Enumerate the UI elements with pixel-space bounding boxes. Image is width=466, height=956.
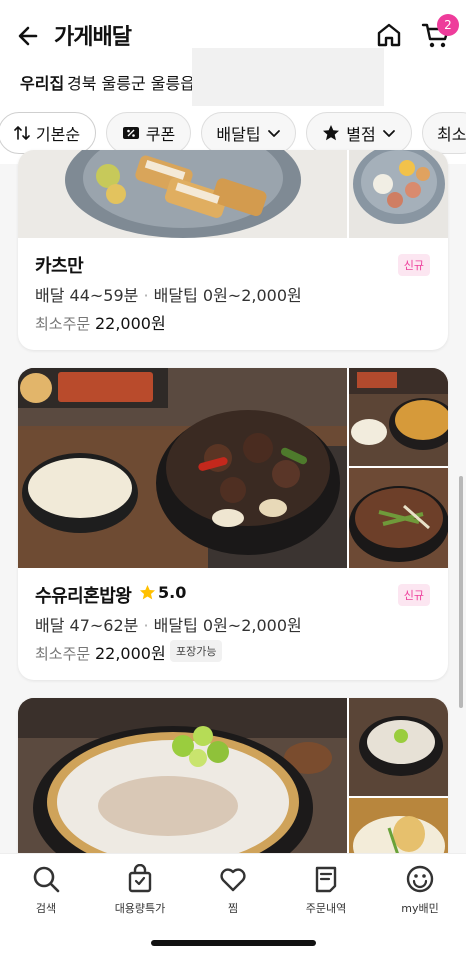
filter-delivery-tip-chip[interactable]: 배달팁 (201, 112, 296, 154)
store-name: 수유리혼밥왕 (35, 586, 132, 607)
delivery-info: 배달 47~62분 · 배달팁 0원~2,000원 (35, 612, 302, 636)
filter-min-order-label: 최소 (437, 125, 466, 144)
min-order-label: 최소주문 (35, 315, 91, 333)
page-title: 가게배달 (54, 25, 132, 50)
star-icon (323, 125, 340, 141)
min-order-info: 최소주문 22,000원 (35, 640, 166, 664)
store-card-gukbap[interactable] (18, 698, 448, 868)
filter-coupon-label: 쿠폰 (145, 125, 176, 144)
min-order-value: 22,000원 (94, 314, 166, 333)
filter-coupon-chip[interactable]: 쿠폰 (106, 112, 191, 154)
tab-search[interactable]: 검색 (0, 864, 92, 916)
tab-my-baemin-label: my배민 (401, 902, 439, 915)
separator-dot: · (143, 616, 154, 635)
store-photos (18, 698, 448, 868)
heart-icon (220, 868, 246, 892)
receipt-icon (315, 866, 337, 893)
takeout-badge: 포장가능 (170, 640, 223, 662)
store-delivery-screen: 가게배달 2 우리집 경북 울릉군 울릉읍 기본순 쿠폰 배달팁 별점 최소 카… (0, 0, 466, 956)
min-order-label: 최소주문 (35, 645, 91, 663)
address-label: 우리집 (20, 74, 65, 93)
star-icon (139, 584, 156, 600)
filter-sort-chip[interactable]: 기본순 (0, 112, 96, 154)
delivery-info: 배달 44~59분 · 배달팁 0원~2,000원 (35, 282, 302, 306)
delivery-time: 배달 47~62분 (35, 616, 139, 635)
delivery-time: 배달 44~59분 (35, 286, 139, 305)
coupon-icon (122, 127, 139, 139)
delivery-tip: 배달팁 0원~2,000원 (153, 286, 302, 305)
food-photo-main (18, 698, 347, 868)
store-info: 수유리혼밥왕 5.0 신규 배달 47~62분 · 배달팁 0원~2,000원 … (18, 568, 448, 680)
search-icon (33, 866, 60, 893)
min-order-value: 22,000원 (94, 644, 166, 663)
chevron-down-icon (382, 130, 395, 137)
new-badge: 신규 (397, 584, 430, 606)
address-redaction (192, 48, 384, 112)
chevron-down-icon (267, 130, 280, 137)
filter-sort-label: 기본순 (35, 125, 81, 144)
filter-delivery-tip-label: 배달팁 (216, 125, 261, 144)
food-photo-side-top (349, 698, 448, 796)
tab-favorites[interactable]: 찜 (187, 864, 279, 916)
smile-face-icon (406, 865, 434, 893)
tab-bulk-deals-label: 대용량특가 (114, 902, 166, 915)
store-card-suyuri[interactable]: 수유리혼밥왕 5.0 신규 배달 47~62분 · 배달팁 0원~2,000원 … (18, 368, 448, 680)
food-photo-main (18, 150, 347, 238)
food-photo-main (18, 368, 347, 568)
food-photo-side (349, 150, 448, 238)
filter-rating-label: 별점 (346, 125, 376, 144)
store-photos (18, 368, 448, 568)
shopping-bag-icon (128, 864, 152, 893)
tab-favorites-label: 찜 (227, 902, 239, 915)
separator-dot: · (143, 286, 154, 305)
sort-icon (14, 126, 30, 140)
filter-rating-chip[interactable]: 별점 (306, 112, 412, 154)
store-name: 카츠만 (35, 256, 84, 277)
bottom-nav: 검색 대용량특가 찜 주문내역 my배민 (0, 853, 466, 956)
cart-count-badge: 2 (437, 14, 459, 36)
address-text: 경북 울릉군 울릉읍 (67, 74, 195, 93)
rating-value: 5.0 (158, 583, 187, 602)
store-rating: 5.0 (139, 583, 186, 602)
delivery-tip: 배달팁 0원~2,000원 (153, 616, 302, 635)
food-photo-side-bottom (349, 468, 448, 568)
filter-min-order-chip[interactable]: 최소 (422, 112, 466, 154)
min-order-info: 최소주문 22,000원 (35, 310, 166, 334)
new-badge: 신규 (397, 254, 430, 276)
delivery-address[interactable]: 우리집 경북 울릉군 울릉읍 (0, 48, 466, 112)
home-icon[interactable] (374, 20, 404, 50)
scrollbar[interactable] (459, 476, 463, 708)
tab-orders-label: 주문내역 (305, 902, 347, 915)
store-card-katsuman[interactable]: 카츠만 신규 배달 44~59분 · 배달팁 0원~2,000원 최소주문 22… (18, 150, 448, 350)
food-photo-side-top (349, 368, 448, 466)
tab-orders[interactable]: 주문내역 (280, 864, 372, 916)
tab-bulk-deals[interactable]: 대용량특가 (94, 864, 186, 916)
home-indicator[interactable] (151, 940, 316, 946)
store-photos (18, 150, 448, 238)
tab-my-baemin[interactable]: my배민 (374, 864, 466, 916)
store-info: 카츠만 신규 배달 44~59분 · 배달팁 0원~2,000원 최소주문 22… (18, 238, 448, 350)
back-arrow-icon[interactable] (14, 20, 46, 52)
tab-search-label: 검색 (35, 902, 57, 915)
